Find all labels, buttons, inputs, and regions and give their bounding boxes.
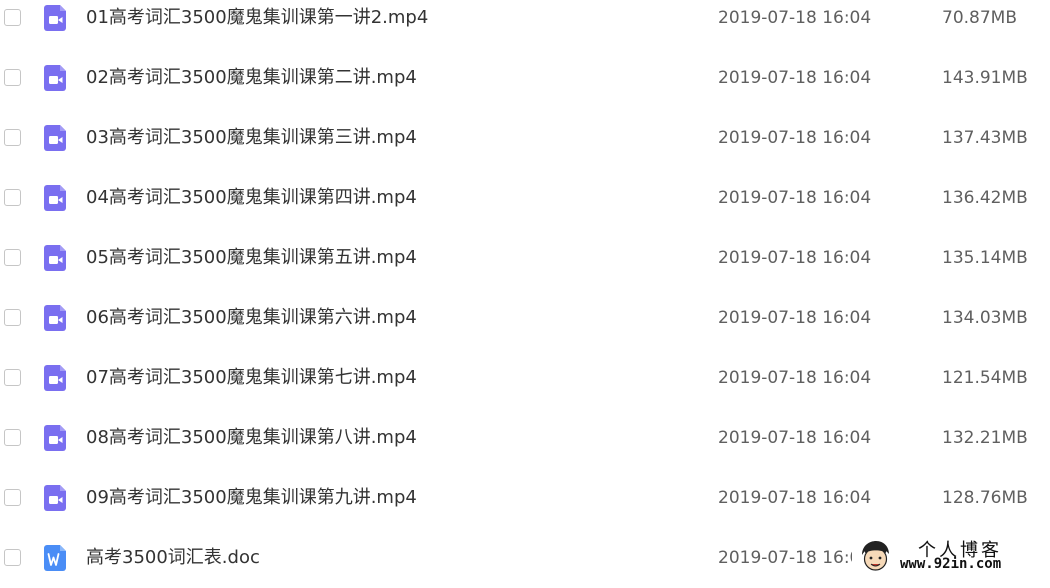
file-date: 2019-07-18 16:04 [718, 248, 872, 268]
row-checkbox[interactable] [4, 9, 21, 26]
file-size: 135.14MB [942, 248, 1028, 268]
file-date: 2019-07-18 16:04 [718, 8, 872, 28]
file-row[interactable]: 01高考词汇3500魔鬼集训课第一讲2.mp4 2019-07-18 16:04… [0, 0, 1050, 48]
file-row[interactable]: 07高考词汇3500魔鬼集训课第七讲.mp4 2019-07-18 16:04 … [0, 348, 1050, 408]
file-size: 70.87MB [942, 8, 1017, 28]
row-checkbox[interactable] [4, 429, 21, 446]
file-name[interactable]: 07高考词汇3500魔鬼集训课第七讲.mp4 [86, 366, 417, 390]
row-checkbox[interactable] [4, 489, 21, 506]
file-size: 143.91MB [942, 68, 1028, 88]
video-file-icon [44, 305, 66, 331]
file-size: 136.42MB [942, 188, 1028, 208]
file-row[interactable]: 04高考词汇3500魔鬼集训课第四讲.mp4 2019-07-18 16:04 … [0, 168, 1050, 228]
video-file-icon [44, 125, 66, 151]
cartoon-face-icon [862, 541, 889, 571]
file-date: 2019-07-18 16:04 [718, 68, 872, 88]
file-name[interactable]: 高考3500词汇表.doc [86, 546, 260, 570]
row-checkbox[interactable] [4, 369, 21, 386]
file-date: 2019-07-18 16:04 [718, 488, 872, 508]
file-list: 01高考词汇3500魔鬼集训课第一讲2.mp4 2019-07-18 16:04… [0, 0, 1050, 588]
file-size: 132.21MB [942, 428, 1028, 448]
file-name[interactable]: 03高考词汇3500魔鬼集训课第三讲.mp4 [86, 126, 417, 150]
file-date: 2019-07-18 16:04 [718, 128, 872, 148]
video-file-icon [44, 485, 66, 511]
file-row[interactable]: 02高考词汇3500魔鬼集训课第二讲.mp4 2019-07-18 16:04 … [0, 48, 1050, 108]
file-size: 128.76MB [942, 488, 1028, 508]
file-name[interactable]: 08高考词汇3500魔鬼集训课第八讲.mp4 [86, 426, 417, 450]
file-row[interactable]: 08高考词汇3500魔鬼集训课第八讲.mp4 2019-07-18 16:04 … [0, 408, 1050, 468]
row-checkbox[interactable] [4, 309, 21, 326]
file-date: 2019-07-18 16:04 [718, 368, 872, 388]
file-name[interactable]: 09高考词汇3500魔鬼集训课第九讲.mp4 [86, 486, 417, 510]
video-file-icon [44, 5, 66, 31]
watermark-url: www.92in.com [900, 556, 1002, 572]
file-name[interactable]: 06高考词汇3500魔鬼集训课第六讲.mp4 [86, 306, 417, 330]
file-date: 2019-07-18 16:04 [718, 548, 872, 568]
word-file-icon [44, 545, 66, 571]
file-row[interactable]: 09高考词汇3500魔鬼集训课第九讲.mp4 2019-07-18 16:04 … [0, 468, 1050, 528]
video-file-icon [44, 65, 66, 91]
row-checkbox[interactable] [4, 549, 21, 566]
file-size: 134.03MB [942, 308, 1028, 328]
file-name[interactable]: 04高考词汇3500魔鬼集训课第四讲.mp4 [86, 186, 417, 210]
file-date: 2019-07-18 16:04 [718, 428, 872, 448]
file-name[interactable]: 02高考词汇3500魔鬼集训课第二讲.mp4 [86, 66, 417, 90]
video-file-icon [44, 365, 66, 391]
video-file-icon [44, 185, 66, 211]
blog-watermark: 个人博客 www.92in.com [852, 535, 1050, 577]
row-checkbox[interactable] [4, 69, 21, 86]
file-size: 137.43MB [942, 128, 1028, 148]
file-name[interactable]: 05高考词汇3500魔鬼集训课第五讲.mp4 [86, 246, 417, 270]
file-size: 121.54MB [942, 368, 1028, 388]
file-name[interactable]: 01高考词汇3500魔鬼集训课第一讲2.mp4 [86, 6, 428, 30]
file-date: 2019-07-18 16:04 [718, 308, 872, 328]
row-checkbox[interactable] [4, 249, 21, 266]
row-checkbox[interactable] [4, 189, 21, 206]
video-file-icon [44, 425, 66, 451]
file-date: 2019-07-18 16:04 [718, 188, 872, 208]
file-row[interactable]: 05高考词汇3500魔鬼集训课第五讲.mp4 2019-07-18 16:04 … [0, 228, 1050, 288]
video-file-icon [44, 245, 66, 271]
file-row[interactable]: 03高考词汇3500魔鬼集训课第三讲.mp4 2019-07-18 16:04 … [0, 108, 1050, 168]
row-checkbox[interactable] [4, 129, 21, 146]
file-row[interactable]: 06高考词汇3500魔鬼集训课第六讲.mp4 2019-07-18 16:04 … [0, 288, 1050, 348]
